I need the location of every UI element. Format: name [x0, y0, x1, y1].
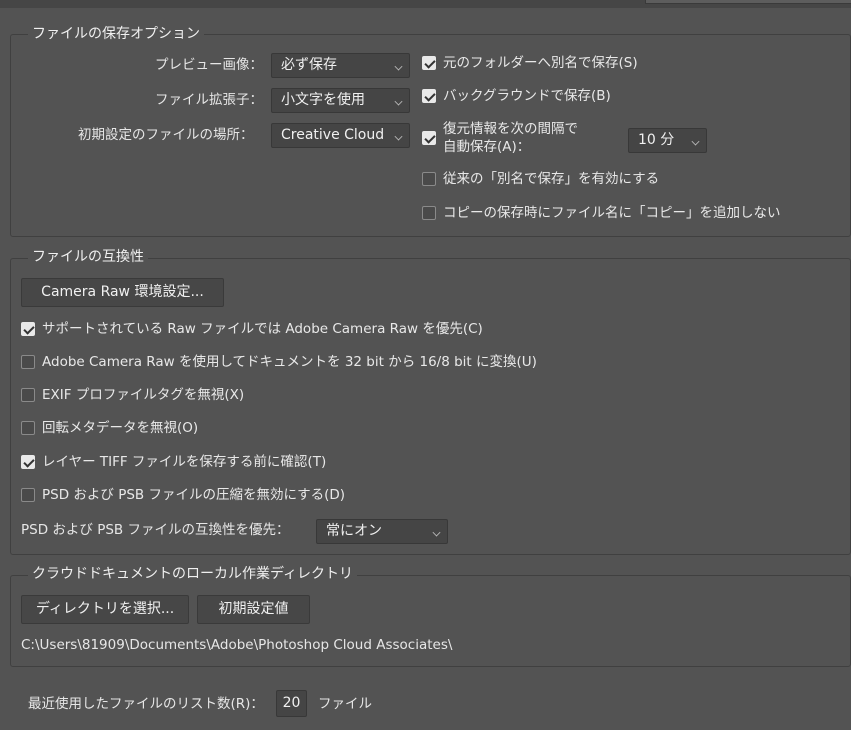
checkbox-unchecked-icon	[21, 488, 35, 502]
file-compat-title: ファイルの互換性	[28, 248, 148, 266]
no-copy-suffix-label: コピーの保存時にファイル名に「コピー」を追加しない	[443, 205, 781, 221]
chevron-down-icon	[394, 132, 403, 141]
checkbox-checked-icon	[422, 131, 436, 145]
chevron-down-icon	[691, 137, 700, 146]
auto-save-label-line1: 復元情報を次の間隔で	[443, 121, 578, 137]
save-as-original-checkbox[interactable]: 元のフォルダーへ別名で保存(S)	[422, 54, 638, 72]
recent-files-label: 最近使用したファイルのリスト数(R)：	[28, 696, 264, 712]
legacy-save-as-label: 従来の「別名で保存」を有効にする	[443, 171, 660, 187]
file-extension-select[interactable]: 小文字を使用	[271, 88, 410, 113]
chevron-down-icon	[394, 97, 403, 106]
checkbox-unchecked-icon	[21, 388, 35, 402]
cloud-dir-title: クラウドドキュメントのローカル作業ディレクトリ	[28, 565, 358, 583]
prefer-acr-label: サポートされている Raw ファイルでは Adobe Camera Raw を優…	[42, 321, 483, 337]
recent-files-count-input[interactable]: 20	[276, 690, 307, 717]
auto-save-interval-value: 10 分	[638, 132, 675, 148]
choose-directory-button[interactable]: ディレクトリを選択...	[21, 595, 189, 624]
file-extension-label: ファイル拡張子：	[155, 92, 263, 108]
camera-raw-prefs-button[interactable]: Camera Raw 環境設定...	[21, 278, 224, 307]
preview-select-value: 必ず保存	[281, 57, 337, 73]
default-location-label: 初期設定のファイルの場所：	[78, 127, 254, 143]
preview-select[interactable]: 必ず保存	[271, 53, 410, 78]
prefer-acr-checkbox[interactable]: サポートされている Raw ファイルでは Adobe Camera Raw を優…	[21, 320, 483, 338]
disable-compression-label: PSD および PSB ファイルの圧縮を無効にする(D)	[42, 487, 346, 503]
checkbox-checked-icon	[422, 56, 436, 70]
ignore-exif-label: EXIF プロファイルタグを無視(X)	[42, 387, 245, 403]
psd-compat-select[interactable]: 常にオン	[316, 519, 448, 544]
checkbox-unchecked-icon	[422, 172, 436, 186]
chevron-down-icon	[432, 528, 441, 537]
checkbox-unchecked-icon	[21, 421, 35, 435]
auto-save-checkbox[interactable]: 復元情報を次の間隔で 自動保存(A)：	[422, 120, 578, 156]
ignore-exif-checkbox[interactable]: EXIF プロファイルタグを無視(X)	[21, 386, 244, 404]
checkbox-checked-icon	[21, 322, 35, 336]
cloud-dir-path: C:\Users\81909\Documents\Adobe\Photoshop…	[21, 637, 453, 653]
ignore-rotation-label: 回転メタデータを無視(O)	[42, 420, 199, 436]
file-save-options-title: ファイルの保存オプション	[28, 25, 204, 43]
checkbox-unchecked-icon	[422, 206, 436, 220]
save-as-original-label: 元のフォルダーへ別名で保存(S)	[443, 55, 638, 71]
default-location-select[interactable]: Creative Cloud	[271, 123, 410, 148]
disable-compression-checkbox[interactable]: PSD および PSB ファイルの圧縮を無効にする(D)	[21, 486, 345, 504]
background-save-checkbox[interactable]: バックグラウンドで保存(B)	[422, 87, 611, 105]
auto-save-interval-select[interactable]: 10 分	[628, 128, 707, 153]
auto-save-label-line2: 自動保存(A)：	[443, 139, 531, 155]
file-extension-select-value: 小文字を使用	[281, 92, 365, 108]
preview-label: プレビュー画像：	[155, 57, 263, 73]
ignore-rotation-checkbox[interactable]: 回転メタデータを無視(O)	[21, 419, 198, 437]
checkbox-unchecked-icon	[21, 355, 35, 369]
acr-convert-label: Adobe Camera Raw を使用してドキュメントを 32 bit から …	[42, 354, 537, 370]
acr-convert-checkbox[interactable]: Adobe Camera Raw を使用してドキュメントを 32 bit から …	[21, 353, 537, 371]
top-bar-field	[645, 0, 851, 4]
checkbox-checked-icon	[422, 89, 436, 103]
psd-compat-label: PSD および PSB ファイルの互換性を優先：	[21, 522, 290, 538]
chevron-down-icon	[394, 62, 403, 71]
default-location-select-value: Creative Cloud	[281, 127, 385, 143]
auto-save-label: 復元情報を次の間隔で 自動保存(A)：	[443, 120, 578, 156]
default-directory-button[interactable]: 初期設定値	[197, 595, 310, 624]
no-copy-suffix-checkbox[interactable]: コピーの保存時にファイル名に「コピー」を追加しない	[422, 204, 781, 222]
background-save-label: バックグラウンドで保存(B)	[443, 88, 611, 104]
legacy-save-as-checkbox[interactable]: 従来の「別名で保存」を有効にする	[422, 170, 659, 188]
psd-compat-select-value: 常にオン	[326, 523, 382, 539]
recent-files-unit: ファイル	[318, 696, 372, 712]
confirm-tiff-label: レイヤー TIFF ファイルを保存する前に確認(T)	[42, 454, 327, 470]
checkbox-checked-icon	[21, 455, 35, 469]
confirm-tiff-checkbox[interactable]: レイヤー TIFF ファイルを保存する前に確認(T)	[21, 453, 326, 471]
